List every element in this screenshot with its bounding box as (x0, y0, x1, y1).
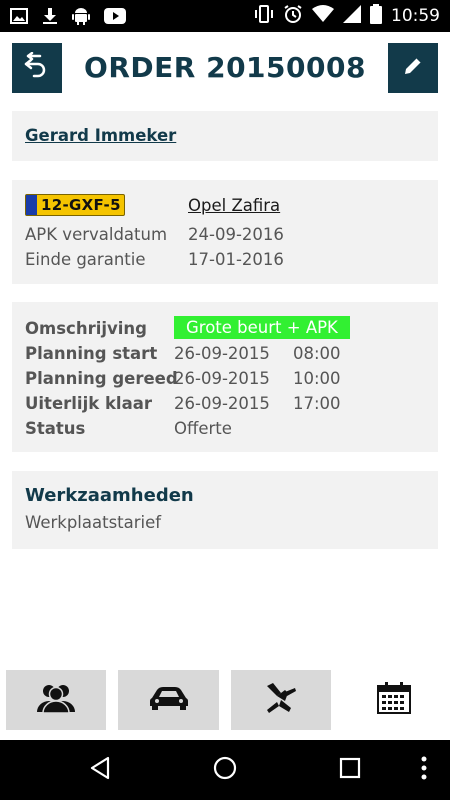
edit-button[interactable] (388, 43, 438, 93)
eu-flag-icon (26, 195, 37, 215)
apk-label: APK vervaldatum (25, 225, 168, 244)
planning-start-time: 08:00 (293, 344, 341, 363)
customers-icon (36, 683, 76, 717)
customer-name-link[interactable]: Gerard Immeker (25, 126, 176, 145)
vehicle-model-link[interactable]: Opel Zafira (188, 196, 280, 215)
activities-card: Werkzaamheden Werkplaatstarief (12, 471, 438, 549)
wifi-icon (312, 5, 334, 27)
planning-start-label: Planning start (25, 344, 158, 363)
tab-parts[interactable] (231, 670, 331, 730)
image-icon (10, 8, 28, 28)
nav-home-icon (212, 755, 238, 785)
planning-start-date: 26-09-2015 (174, 344, 270, 363)
description-value: Grote beurt + APK (174, 316, 350, 339)
vibrate-icon (254, 4, 274, 28)
clock: 10:59 (391, 6, 440, 26)
nav-recents-icon (339, 757, 361, 783)
status-bar: 10:59 (0, 0, 450, 32)
car-icon (149, 686, 189, 714)
battery-icon (370, 4, 382, 28)
latest-ready-date: 26-09-2015 (174, 394, 270, 413)
status-value: Offerte (174, 419, 232, 438)
warranty-label: Einde garantie (25, 250, 146, 269)
apk-value: 24-09-2016 (188, 225, 284, 244)
calendar-icon (376, 682, 411, 718)
tab-customers[interactable] (6, 670, 106, 730)
latest-ready-time: 17:00 (293, 394, 341, 413)
tab-vehicles[interactable] (118, 670, 219, 730)
download-icon (42, 7, 58, 29)
status-label: Status (25, 419, 86, 438)
tab-calendar[interactable] (343, 670, 444, 730)
nav-menu-icon (421, 756, 427, 784)
nav-back-button[interactable] (84, 754, 116, 786)
youtube-icon (104, 8, 126, 28)
vehicle-card: 12-GXF-5 Opel Zafira APK vervaldatum 24-… (12, 180, 438, 284)
nav-menu-button[interactable] (408, 754, 440, 786)
nav-back-icon (89, 756, 111, 784)
parts-icon (263, 680, 299, 720)
activity-item[interactable]: Werkplaatstarief (25, 513, 161, 532)
page-title: ORDER 20150008 (84, 51, 366, 84)
activities-title: Werkzaamheden (25, 485, 194, 506)
alarm-icon (283, 4, 303, 28)
back-icon (22, 51, 52, 84)
order-details-card: Omschrijving Grote beurt + APK Planning … (12, 302, 438, 452)
planning-ready-date: 26-09-2015 (174, 369, 270, 388)
nav-home-button[interactable] (209, 754, 241, 786)
description-label: Omschrijving (25, 319, 147, 338)
latest-ready-label: Uiterlijk klaar (25, 394, 152, 413)
license-plate: 12-GXF-5 (25, 194, 125, 216)
edit-icon (402, 55, 424, 81)
customer-card: Gerard Immeker (12, 111, 438, 161)
planning-ready-time: 10:00 (293, 369, 341, 388)
android-icon (72, 6, 90, 30)
signal-icon (343, 5, 361, 27)
plate-number: 12-GXF-5 (41, 196, 121, 214)
back-button[interactable] (12, 43, 62, 93)
planning-ready-label: Planning gereed (25, 369, 178, 388)
system-nav-bar (0, 740, 450, 800)
nav-recents-button[interactable] (334, 754, 366, 786)
warranty-value: 17-01-2016 (188, 250, 284, 269)
